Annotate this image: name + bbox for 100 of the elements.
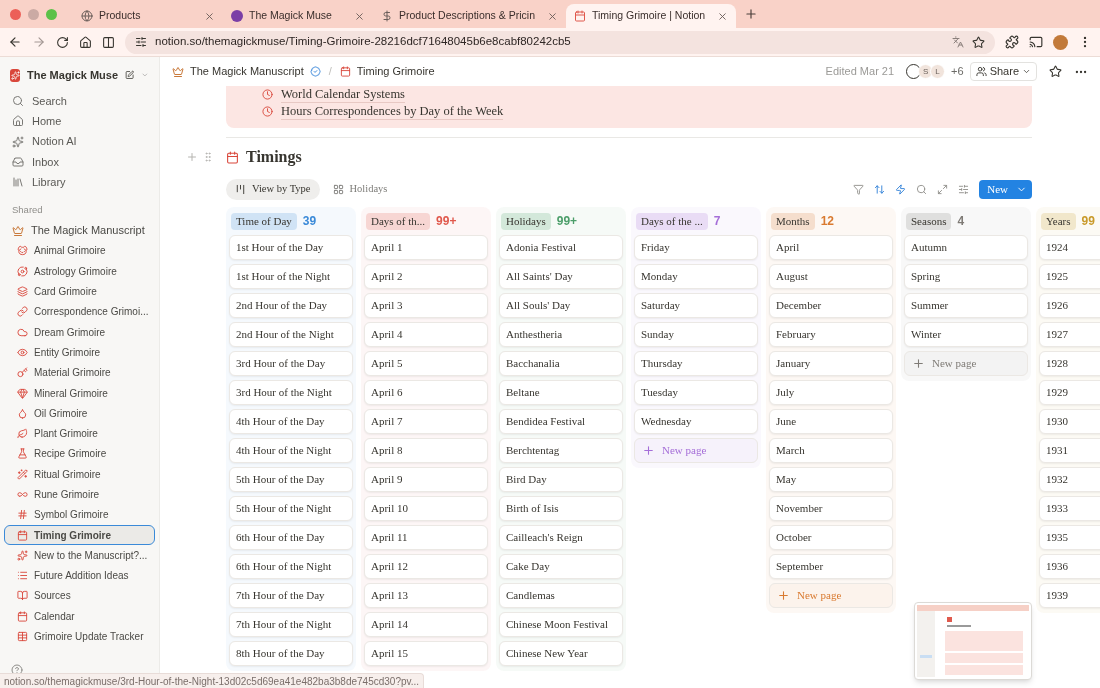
forward-icon[interactable] <box>32 35 46 49</box>
board-card[interactable]: Saturday <box>634 293 758 318</box>
board-card[interactable]: 1st Hour of the Night <box>229 264 353 289</box>
expand-icon[interactable] <box>937 183 949 195</box>
lightning-icon[interactable] <box>895 183 907 195</box>
sidebar-item[interactable]: Mineral Grimoire <box>4 382 155 404</box>
board-card[interactable]: 3rd Hour of the Day <box>229 351 353 376</box>
callout-link[interactable]: Hours Correspondences by Day of the Week <box>281 103 504 120</box>
sort-icon[interactable] <box>874 183 886 195</box>
breadcrumb-link[interactable]: The Magick Manuscript <box>190 63 304 80</box>
board-card[interactable]: Chinese Moon Festival <box>499 612 623 637</box>
sidebar-nav-item[interactable]: Library <box>4 172 155 193</box>
board-card[interactable]: Autumn <box>904 235 1028 260</box>
board-card[interactable]: Adonia Festival <box>499 235 623 260</box>
board-card[interactable]: April <box>769 235 893 260</box>
board-card[interactable]: 7th Hour of the Night <box>229 612 353 637</box>
board-card[interactable]: Friday <box>634 235 758 260</box>
board-card[interactable]: Monday <box>634 264 758 289</box>
board-card[interactable]: Anthestheria <box>499 322 623 347</box>
sidebar-item[interactable]: Recipe Grimoire <box>4 443 155 465</box>
sidebar-nav-item[interactable]: Notion AI <box>4 131 155 152</box>
board-card[interactable]: 1929 <box>1039 380 1100 405</box>
new-tab-icon[interactable] <box>744 7 759 21</box>
board-card[interactable]: February <box>769 322 893 347</box>
sidebar-nav-item[interactable]: Home <box>4 111 155 132</box>
board-card[interactable]: April 8 <box>364 438 488 463</box>
board-card[interactable]: Berchtentag <box>499 438 623 463</box>
board-card[interactable]: 1936 <box>1039 554 1100 579</box>
board-card[interactable]: Bendidea Festival <box>499 409 623 434</box>
sidebar-item[interactable]: Symbol Grimoire <box>4 504 155 525</box>
board-card[interactable]: June <box>769 409 893 434</box>
board-card[interactable]: April 13 <box>364 583 488 608</box>
sidebar-item[interactable]: Card Grimoire <box>4 281 155 302</box>
sidebar-item[interactable]: Calendar <box>4 606 155 627</box>
board-card[interactable]: 1931 <box>1039 438 1100 463</box>
sidebar-item[interactable]: Grimoire Update Tracker <box>4 626 155 647</box>
board-card[interactable]: April 14 <box>364 612 488 637</box>
browser-tab[interactable]: Product Descriptions & Pricin <box>373 4 566 28</box>
board-card[interactable]: Winter <box>904 322 1028 347</box>
board-card[interactable]: 2nd Hour of the Day <box>229 293 353 318</box>
board-card[interactable]: October <box>769 525 893 550</box>
sidebar-nav-item[interactable]: Inbox <box>4 151 155 173</box>
filter-icon[interactable] <box>853 183 865 195</box>
board-card[interactable]: July <box>769 380 893 405</box>
sidebar-item[interactable]: Correspondence Grimoi... <box>4 301 155 322</box>
sidebar-item[interactable]: The Magick Manuscript <box>4 220 155 241</box>
board-card[interactable]: April 11 <box>364 525 488 550</box>
board-card[interactable]: April 6 <box>364 380 488 405</box>
close-window-icon[interactable] <box>10 8 21 20</box>
board-card[interactable]: Tuesday <box>634 380 758 405</box>
board-card[interactable]: Cake Day <box>499 554 623 579</box>
board-card[interactable]: 1926 <box>1039 293 1100 318</box>
board-card[interactable]: August <box>769 264 893 289</box>
help-icon[interactable] <box>11 664 23 676</box>
board-card[interactable]: April 15 <box>364 641 488 666</box>
breadcrumb-link[interactable]: Timing Grimoire <box>356 63 435 80</box>
board-card[interactable]: 6th Hour of the Night <box>229 554 353 579</box>
board-card[interactable]: Chinese New Year <box>499 641 623 666</box>
address-field[interactable]: notion.so/themagickmuse/Timing-Grimoire-28216dcf71648045b6e8cabf80242cb5 <box>125 30 995 54</box>
add-block-icon[interactable] <box>186 151 198 163</box>
board-card[interactable]: 7th Hour of the Day <box>229 583 353 608</box>
board-card[interactable]: Birth of Isis <box>499 496 623 521</box>
board-card[interactable]: 1930 <box>1039 409 1100 434</box>
board-card[interactable]: 3rd Hour of the Night <box>229 380 353 405</box>
drag-handle-icon[interactable] <box>202 151 214 163</box>
search-icon[interactable] <box>916 183 928 195</box>
board-card[interactable]: Bird Day <box>499 467 623 492</box>
board-card[interactable]: 8th Hour of the Day <box>229 641 353 666</box>
board-card[interactable]: 1928 <box>1039 351 1100 376</box>
board-card[interactable]: Beltane <box>499 380 623 405</box>
board-card[interactable]: May <box>769 467 893 492</box>
board-card[interactable]: 1924 <box>1039 235 1100 260</box>
extensions-icon[interactable] <box>1005 35 1019 49</box>
board-card[interactable]: 4th Hour of the Night <box>229 438 353 463</box>
board-card[interactable]: Sunday <box>634 322 758 347</box>
callout-link[interactable]: World Calendar Systems <box>281 86 405 103</box>
board-card[interactable]: 5th Hour of the Night <box>229 496 353 521</box>
board-card[interactable]: Thursday <box>634 351 758 376</box>
sidebar-item[interactable]: Timing Grimoire <box>4 524 155 546</box>
board-card[interactable]: Cailleach's Reign <box>499 525 623 550</box>
board-card[interactable]: April 12 <box>364 554 488 579</box>
board-card[interactable]: November <box>769 496 893 521</box>
sidebar-item[interactable]: New to the Manuscript?... <box>4 545 155 566</box>
board-card[interactable]: March <box>769 438 893 463</box>
board-card[interactable]: September <box>769 554 893 579</box>
profile-avatar[interactable] <box>1053 34 1068 50</box>
workspace-name[interactable]: The Magick Muse <box>27 66 119 84</box>
settings-icon[interactable] <box>958 183 970 195</box>
board-card[interactable]: 6th Hour of the Day <box>229 525 353 550</box>
reload-icon[interactable] <box>56 35 69 49</box>
board-card[interactable]: 1927 <box>1039 322 1100 347</box>
new-page-icon[interactable] <box>125 69 135 81</box>
back-icon[interactable] <box>8 35 22 49</box>
board-card[interactable]: 1933 <box>1039 496 1100 521</box>
browser-tab[interactable]: Timing Grimoire | Notion <box>565 4 737 28</box>
sidebar-item[interactable]: Future Addition Ideas <box>4 565 155 586</box>
sidebar-item[interactable]: Dream Grimoire <box>4 321 155 343</box>
browser-tab[interactable]: Products <box>73 4 223 28</box>
board-card[interactable]: Wednesday <box>634 409 758 434</box>
sidebar-item[interactable]: Entity Grimoire <box>4 342 155 363</box>
